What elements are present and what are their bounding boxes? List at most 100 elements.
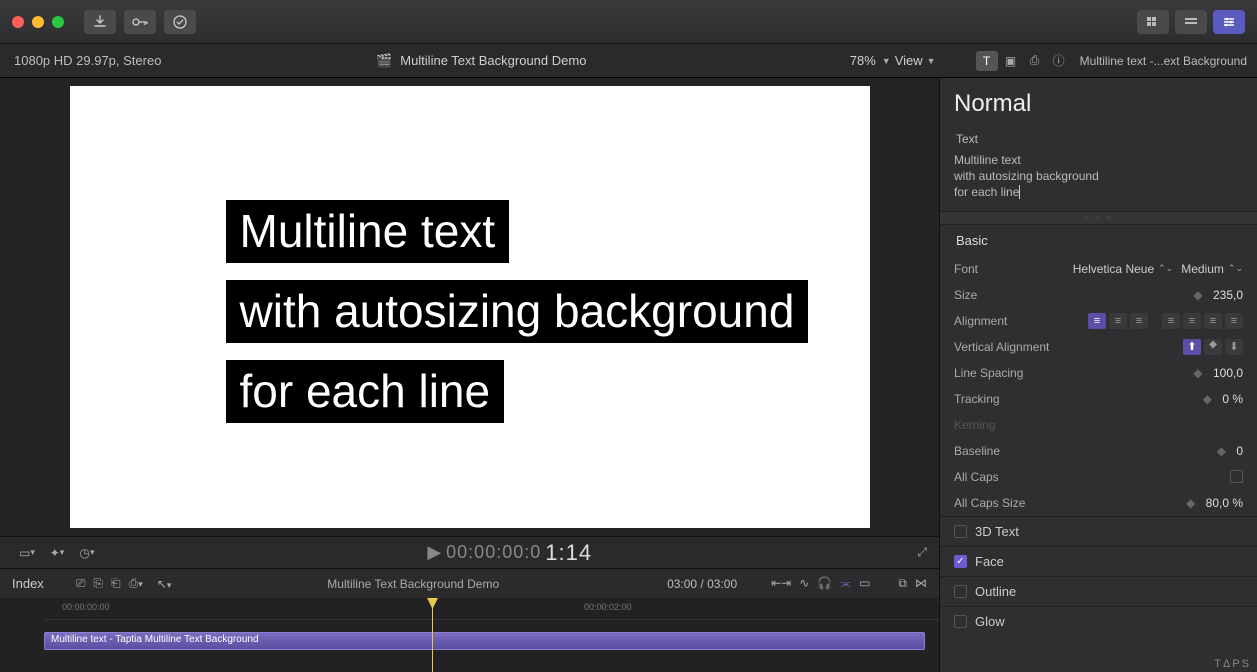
keyword-button[interactable] <box>124 10 156 34</box>
timeline-zoom-icon[interactable]: ⧉ <box>898 576 907 591</box>
inspector-tab-info[interactable]: ⓘ <box>1048 51 1070 71</box>
canvas[interactable]: Multiline text with autosizing backgroun… <box>70 86 870 528</box>
font-label: Font <box>954 262 1059 276</box>
playback-bar: ▭▾ ✦▾ ◷▾ ▶ 00:00:00:01:14 ⤢ <box>0 536 939 568</box>
timeline[interactable]: 00:00:00:00 00:00:02:00 Multiline text -… <box>0 598 939 672</box>
glow-checkbox[interactable] <box>954 615 967 628</box>
timecode-display[interactable]: ▶ 00:00:00:01:14 <box>427 540 592 566</box>
maximize-window-button[interactable] <box>52 16 64 28</box>
align-center-button[interactable]: ≡ <box>1109 313 1127 329</box>
append-clip-icon[interactable]: ⎗ <box>111 576 121 591</box>
zoom-dropdown[interactable]: 78% ▼ <box>850 53 891 68</box>
watermark: TΔPS <box>1214 658 1251 670</box>
canvas-text-line-1[interactable]: Multiline text <box>226 200 510 263</box>
valign-middle-button[interactable]: ⯁ <box>1204 339 1222 355</box>
text-style-name[interactable]: Normal <box>940 78 1257 126</box>
text-content-field[interactable]: Multiline text with autosizing backgroun… <box>940 152 1257 211</box>
keyframe-icon[interactable]: ◆ <box>1191 288 1205 302</box>
canvas-text-line-3[interactable]: for each line <box>226 360 505 423</box>
outline-row[interactable]: Outline <box>940 576 1257 606</box>
baseline-row: Baseline ◆ 0 <box>940 438 1257 464</box>
skimming-icon[interactable]: ⇤⇥ <box>771 576 791 591</box>
keyframe-icon[interactable]: ◆ <box>1184 496 1198 510</box>
overwrite-clip-icon[interactable]: ⎙▾ <box>129 576 143 591</box>
inspector-tab-share[interactable]: ⎙ <box>1024 51 1046 71</box>
tracking-label: Tracking <box>954 392 1059 406</box>
keyframe-icon[interactable]: ◆ <box>1214 444 1228 458</box>
3dtext-row[interactable]: 3D Text <box>940 516 1257 546</box>
minimize-window-button[interactable] <box>32 16 44 28</box>
transform-tool[interactable]: ▭▾ <box>12 546 42 560</box>
outline-checkbox[interactable] <box>954 585 967 598</box>
align-right-button[interactable]: ≡ <box>1130 313 1148 329</box>
timeline-clip[interactable]: Multiline text - Taptia Multiline Text B… <box>44 632 925 650</box>
inspector-separator[interactable]: ○ ○ ○ <box>940 211 1257 225</box>
inspector-panel: Normal Text Multiline text with autosizi… <box>939 78 1257 672</box>
timeline-layout-button[interactable] <box>1175 10 1207 34</box>
font-row: Font Helvetica Neue ⌃⌄ Medium ⌃⌄ <box>940 256 1257 282</box>
size-value[interactable]: 235,0 <box>1213 288 1243 302</box>
text-section-label: Text <box>940 126 1257 152</box>
insert-clip-icon[interactable]: ⎘ <box>93 576 103 591</box>
browser-layout-button[interactable] <box>1137 10 1169 34</box>
font-weight-picker[interactable]: Medium ⌃⌄ <box>1181 262 1243 276</box>
3dtext-checkbox[interactable] <box>954 525 967 538</box>
inspector-tab-video[interactable]: ▣ <box>1000 51 1022 71</box>
close-window-button[interactable] <box>12 16 24 28</box>
inspector-tabs: T ▣ ⎙ ⓘ <box>976 51 1070 71</box>
main-content: Multiline text with autosizing backgroun… <box>0 78 1257 672</box>
play-icon[interactable]: ▶ <box>427 542 442 563</box>
alignment-row: Alignment ≡ ≡ ≡ ≡ ≡ ≡ ≡ <box>940 308 1257 334</box>
key-icon <box>132 16 148 28</box>
allcaps-size-value[interactable]: 80,0 % <box>1206 496 1243 510</box>
timeline-effects-icon[interactable]: ⋈ <box>915 576 927 591</box>
viewer[interactable]: Multiline text with autosizing backgroun… <box>0 78 939 536</box>
align-justify-right-button[interactable]: ≡ <box>1204 313 1222 329</box>
view-menu[interactable]: View ▼ <box>895 53 936 68</box>
valign-label: Vertical Alignment <box>954 340 1059 354</box>
linespacing-value[interactable]: 100,0 <box>1213 366 1243 380</box>
select-tool[interactable]: ↖▾ <box>157 577 172 591</box>
align-justify-full-button[interactable]: ≡ <box>1225 313 1243 329</box>
clapperboard-icon: 🎬 <box>376 53 392 69</box>
tracking-value[interactable]: 0 % <box>1222 392 1243 406</box>
looping-icon[interactable]: ▭ <box>859 576 870 591</box>
snapping-icon[interactable]: ⫘ <box>840 576 851 591</box>
import-button[interactable] <box>84 10 116 34</box>
background-tasks-button[interactable] <box>164 10 196 34</box>
baseline-value[interactable]: 0 <box>1236 444 1243 458</box>
traffic-lights <box>12 16 64 28</box>
audio-skimming-icon[interactable]: ∿ <box>799 576 809 591</box>
valign-top-button[interactable]: ⬆ <box>1183 339 1201 355</box>
timeline-ruler[interactable]: 00:00:00:00 00:00:02:00 <box>44 598 939 620</box>
inspector-layout-button[interactable] <box>1213 10 1245 34</box>
align-justify-left-button[interactable]: ≡ <box>1162 313 1180 329</box>
left-column: Multiline text with autosizing backgroun… <box>0 78 939 672</box>
fullscreen-button[interactable]: ⤢ <box>917 545 927 560</box>
ruler-tick-2: 00:00:02:00 <box>584 602 632 612</box>
allcaps-checkbox[interactable] <box>1230 470 1243 483</box>
inspector-tab-text[interactable]: T <box>976 51 998 71</box>
align-left-button[interactable]: ≡ <box>1088 313 1106 329</box>
valign-bottom-button[interactable]: ⬇ <box>1225 339 1243 355</box>
viewer-subheader: 1080p HD 29.97p, Stereo 🎬 Multiline Text… <box>0 44 1257 78</box>
effects-tool[interactable]: ✦▾ <box>42 546 72 560</box>
solo-icon[interactable]: 🎧 <box>817 576 832 591</box>
keyframe-icon[interactable]: ◆ <box>1200 392 1214 406</box>
size-label: Size <box>954 288 1059 302</box>
retime-tool[interactable]: ◷▾ <box>72 546 102 560</box>
font-family-value: Helvetica Neue <box>1073 262 1154 276</box>
check-circle-icon <box>173 15 187 29</box>
playhead[interactable] <box>432 598 433 672</box>
align-justify-center-button[interactable]: ≡ <box>1183 313 1201 329</box>
font-family-picker[interactable]: Helvetica Neue ⌃⌄ <box>1073 262 1173 276</box>
face-checkbox[interactable] <box>954 555 967 568</box>
inspector-clip-name: Multiline text -...ext Background <box>1080 54 1247 68</box>
canvas-text-line-2[interactable]: with autosizing background <box>226 280 809 343</box>
index-button[interactable]: Index <box>12 576 44 591</box>
face-row[interactable]: Face <box>940 546 1257 576</box>
keyframe-icon[interactable]: ◆ <box>1191 366 1205 380</box>
connect-clip-icon[interactable]: ⎚ <box>76 576 86 591</box>
glow-row[interactable]: Glow <box>940 606 1257 636</box>
outline-label: Outline <box>975 584 1016 599</box>
